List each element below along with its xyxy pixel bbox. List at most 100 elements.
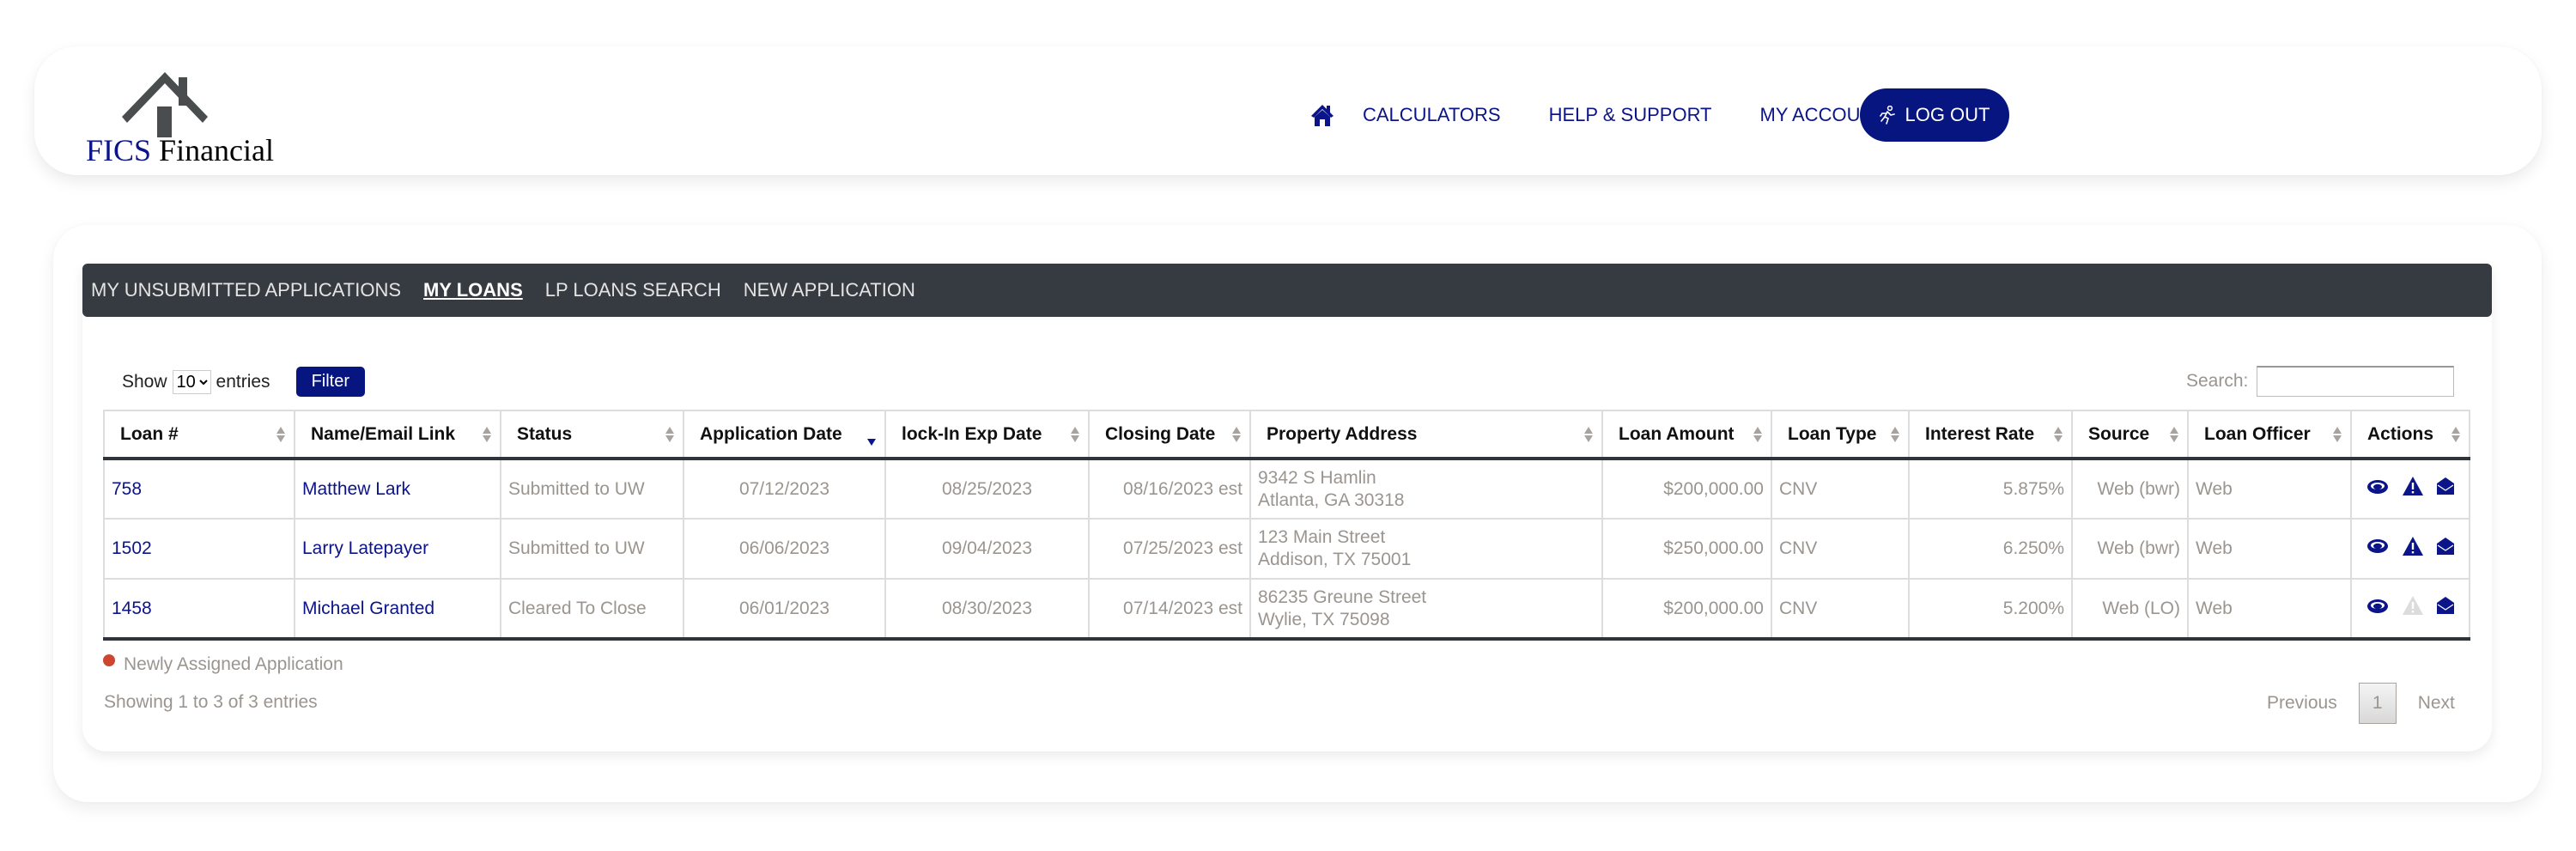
brand-name-part2: Financial (151, 133, 275, 167)
status-cell: Submitted to UW (500, 458, 684, 520)
sort-icon (276, 425, 285, 444)
source-cell: Web (bwr) (2071, 458, 2189, 520)
col-label: Loan Type (1788, 423, 1877, 444)
sort-icon (1891, 425, 1899, 444)
table-info: Showing 1 to 3 of 3 entries (104, 692, 318, 712)
sort-desc-icon (867, 425, 876, 446)
sort-icon (1753, 425, 1762, 444)
tab-my-unsubmitted-applications[interactable]: MY UNSUBMITTED APPLICATIONS (91, 279, 401, 301)
loan-officer-cell: Web (2187, 518, 2352, 580)
closing-date-cell: 07/25/2023 est (1088, 518, 1251, 580)
address-line1: 123 Main Street (1258, 527, 1386, 547)
warning-icon[interactable] (2403, 477, 2423, 501)
page-1-button[interactable]: 1 (2358, 683, 2397, 724)
envelope-open-icon[interactable] (2437, 477, 2454, 501)
tab-lp-loans-search[interactable]: LP LOANS SEARCH (545, 279, 721, 301)
nav-calculators[interactable]: CALCULATORS (1363, 104, 1501, 126)
house-logo-icon (122, 72, 208, 137)
loans-subnav: MY UNSUBMITTED APPLICATIONS MY LOANS LP … (82, 264, 2492, 317)
header-card (34, 46, 2542, 175)
table-search: Search: (2186, 366, 2455, 397)
closing-date-cell: 07/14/2023 est (1088, 578, 1251, 641)
table-row: 1458 Michael Granted Cleared To Close 06/01… (103, 578, 2470, 641)
col-closing-date[interactable]: Closing Date (1088, 410, 1251, 460)
address-line2: Addison, TX 75001 (1258, 550, 1412, 569)
application-date-cell: 06/06/2023 (683, 518, 886, 580)
show-label: Show (122, 371, 167, 392)
address-line1: 9342 S Hamlin (1258, 467, 1376, 488)
borrower-name-link[interactable]: Matthew Lark (294, 458, 501, 520)
col-source[interactable]: Source (2071, 410, 2189, 460)
closing-date-cell: 08/16/2023 est (1088, 458, 1251, 520)
lock-in-exp-date-cell: 09/04/2023 (884, 518, 1090, 580)
loan-type-cell: CNV (1771, 518, 1910, 580)
eye-icon[interactable] (2366, 478, 2389, 501)
loan-amount-cell: $200,000.00 (1601, 578, 1772, 641)
col-loan-type[interactable]: Loan Type (1771, 410, 1910, 460)
col-label: Name/Email Link (311, 423, 456, 444)
loan-number-link[interactable]: 1502 (103, 518, 295, 580)
legend-label: Newly Assigned Application (124, 654, 343, 674)
col-application-date[interactable]: Application Date (683, 410, 886, 460)
col-status[interactable]: Status (500, 410, 684, 460)
next-button[interactable]: Next (2418, 693, 2455, 714)
search-input[interactable] (2257, 366, 2455, 397)
loan-officer-cell: Web (2187, 458, 2352, 520)
col-label: Application Date (700, 423, 842, 444)
source-cell: Web (bwr) (2071, 518, 2189, 580)
envelope-open-icon[interactable] (2437, 537, 2454, 561)
entries-label: entries (216, 371, 270, 392)
table-row: 1502 Larry Latepayer Submitted to UW 06/06/… (103, 518, 2470, 580)
address-line2: Atlanta, GA 30318 (1258, 489, 1405, 510)
col-label: lock-In Exp Date (902, 423, 1042, 444)
col-loan-officer[interactable]: Loan Officer (2187, 410, 2352, 460)
brand-name: FICS Financial (86, 132, 274, 168)
new-application-dot-icon (103, 654, 115, 666)
lock-in-exp-date-cell: 08/25/2023 (884, 458, 1090, 520)
col-lock-in-exp-date[interactable]: lock-In Exp Date (884, 410, 1090, 460)
loan-number-link[interactable]: 758 (103, 458, 295, 520)
interest-rate-cell: 5.875% (1908, 458, 2073, 520)
sort-icon (2451, 425, 2460, 444)
col-loan-number[interactable]: Loan # (103, 410, 295, 460)
loan-number-link[interactable]: 1458 (103, 578, 295, 641)
table-row: 758 Matthew Lark Submitted to UW 07/12/2023… (103, 458, 2470, 520)
col-interest-rate[interactable]: Interest Rate (1908, 410, 2073, 460)
envelope-open-icon[interactable] (2437, 597, 2454, 620)
sort-icon (665, 425, 674, 444)
logout-button[interactable]: LOG OUT (1860, 88, 2009, 142)
previous-button[interactable]: Previous (2267, 693, 2337, 714)
sort-icon (2054, 425, 2063, 444)
pagination: Previous 1 Next (2267, 683, 2455, 724)
col-name-email[interactable]: Name/Email Link (294, 410, 501, 460)
col-label: Property Address (1267, 423, 1418, 444)
filter-button[interactable]: Filter (295, 367, 366, 397)
nav-help-support[interactable]: HELP & SUPPORT (1549, 104, 1712, 126)
sort-icon (1232, 425, 1241, 444)
col-label: Status (517, 423, 573, 444)
borrower-name-link[interactable]: Larry Latepayer (294, 518, 501, 580)
home-icon[interactable] (1309, 102, 1335, 128)
table-header-row: Loan # Name/Email Link Status Applicatio… (103, 410, 2470, 460)
address-line2: Wylie, TX 75098 (1258, 609, 1390, 629)
tab-new-application[interactable]: NEW APPLICATION (744, 279, 915, 301)
tab-my-loans[interactable]: MY LOANS (423, 279, 523, 301)
col-label: Loan Officer (2204, 423, 2311, 444)
logo[interactable]: FICS Financial (86, 72, 275, 167)
page-size-select[interactable]: 10 (172, 369, 211, 394)
warning-icon[interactable] (2403, 536, 2423, 562)
actions-cell (2350, 518, 2470, 580)
col-actions[interactable]: Actions (2350, 410, 2470, 460)
col-label: Loan # (120, 423, 179, 444)
col-loan-amount[interactable]: Loan Amount (1601, 410, 1772, 460)
sort-icon (483, 425, 491, 444)
eye-icon[interactable] (2366, 538, 2389, 560)
sort-icon (2170, 425, 2178, 444)
actions-cell (2350, 458, 2470, 520)
loan-type-cell: CNV (1771, 578, 1910, 641)
eye-icon[interactable] (2366, 598, 2389, 620)
col-label: Interest Rate (1925, 423, 2035, 444)
borrower-name-link[interactable]: Michael Granted (294, 578, 501, 641)
lock-in-exp-date-cell: 08/30/2023 (884, 578, 1090, 641)
col-property-address[interactable]: Property Address (1249, 410, 1603, 460)
